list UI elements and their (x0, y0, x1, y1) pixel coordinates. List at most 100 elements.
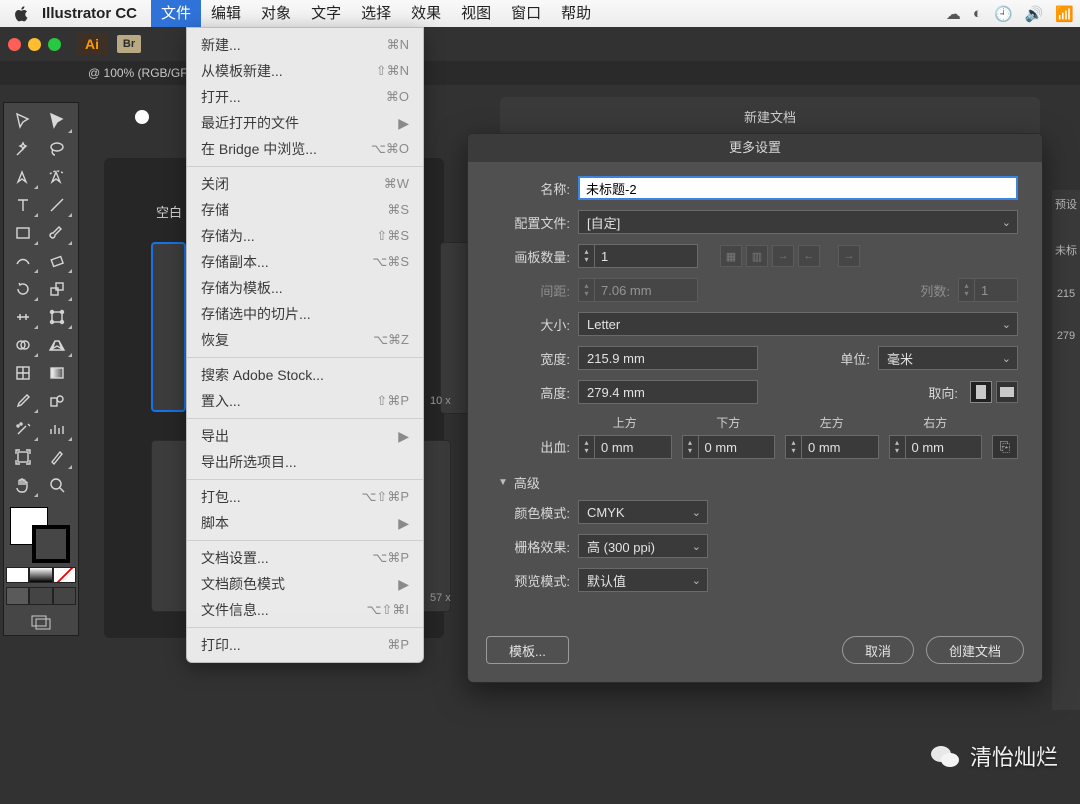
color-mode-select[interactable]: CMYK⌄ (578, 500, 708, 524)
magic-wand-tool[interactable] (6, 135, 40, 163)
rotate-tool[interactable] (6, 275, 40, 303)
bleed-left-input[interactable]: ▴▾0 mm (785, 435, 879, 459)
name-input[interactable] (578, 176, 1018, 200)
mesh-tool[interactable] (6, 359, 40, 387)
file-menu-item[interactable]: 置入...⇧⌘P (187, 388, 423, 414)
file-menu-item[interactable]: 关闭⌘W (187, 171, 423, 197)
window-minimize-button[interactable] (28, 38, 41, 51)
selection-tool[interactable] (6, 107, 40, 135)
stepper-arrows-icon[interactable]: ▴▾ (683, 436, 699, 458)
units-select[interactable]: 毫米⌄ (878, 346, 1018, 370)
gradient-tool[interactable] (40, 359, 74, 387)
size-select[interactable]: Letter⌄ (578, 312, 1018, 336)
file-menu-item[interactable]: 搜索 Adobe Stock... (187, 362, 423, 388)
volume-icon[interactable]: 🔊 (1019, 5, 1050, 23)
menu-window[interactable]: 窗口 (501, 0, 551, 27)
lasso-tool[interactable] (40, 135, 74, 163)
template-card-selected[interactable] (151, 242, 186, 412)
stepper-arrows-icon[interactable]: ▴▾ (890, 436, 906, 458)
file-menu-item[interactable]: 文件信息...⌥⇧⌘I (187, 597, 423, 623)
shape-builder-tool[interactable] (6, 331, 40, 359)
width-input[interactable]: 215.9 mm (578, 346, 758, 370)
file-menu-item[interactable]: 新建...⌘N (187, 32, 423, 58)
template-card[interactable] (440, 242, 470, 414)
create-document-button[interactable]: 创建文档 (926, 636, 1024, 664)
bleed-right-input[interactable]: ▴▾0 mm (889, 435, 983, 459)
pen-tool[interactable] (6, 163, 40, 191)
eraser-tool[interactable] (40, 247, 74, 275)
zoom-tool[interactable] (40, 471, 74, 499)
fill-stroke-swatch[interactable] (6, 505, 76, 563)
symbol-sprayer-tool[interactable] (6, 415, 40, 443)
file-menu-item[interactable]: 脚本▶ (187, 510, 423, 536)
document-tab[interactable]: @ 100% (RGB/GF (0, 61, 1080, 85)
file-menu-item[interactable]: 恢复⌥⌘Z (187, 327, 423, 353)
bridge-app-icon[interactable]: Br (117, 35, 141, 53)
menu-file[interactable]: 文件 (151, 0, 201, 27)
line-segment-tool[interactable] (40, 191, 74, 219)
file-menu-item[interactable]: 最近打开的文件▶ (187, 110, 423, 136)
eyedropper-tool[interactable] (6, 387, 40, 415)
draw-mode-toggles[interactable] (6, 587, 76, 605)
stepper-arrows-icon[interactable]: ▴▾ (579, 245, 595, 267)
curvature-tool[interactable] (40, 163, 74, 191)
stroke-color-swatch[interactable] (32, 525, 70, 563)
file-menu-item[interactable]: 打开...⌘O (187, 84, 423, 110)
wechat-status-icon[interactable]: ☁ (940, 5, 967, 23)
file-menu-item[interactable]: 从模板新建...⇧⌘N (187, 58, 423, 84)
menu-select[interactable]: 选择 (351, 0, 401, 27)
bleed-top-input[interactable]: ▴▾0 mm (578, 435, 672, 459)
window-maximize-button[interactable] (48, 38, 61, 51)
height-input[interactable]: 279.4 mm (578, 380, 758, 404)
menu-type[interactable]: 文字 (301, 0, 351, 27)
file-menu-item[interactable]: 存储选中的切片... (187, 301, 423, 327)
color-mode-solid[interactable] (6, 567, 29, 583)
preview-mode-select[interactable]: 默认值⌄ (578, 568, 708, 592)
cancel-button[interactable]: 取消 (842, 636, 914, 664)
column-graph-tool[interactable] (40, 415, 74, 443)
slice-tool[interactable] (40, 443, 74, 471)
menu-edit[interactable]: 编辑 (201, 0, 251, 27)
raster-effects-select[interactable]: 高 (300 ppi)⌄ (578, 534, 708, 558)
file-menu-item[interactable]: 存储⌘S (187, 197, 423, 223)
artboard-tool[interactable] (6, 443, 40, 471)
orientation-portrait-button[interactable] (970, 381, 992, 403)
link-bleed-icon[interactable]: ⎘ (992, 435, 1018, 459)
color-mode-gradient[interactable] (29, 567, 52, 583)
shaper-tool[interactable] (6, 247, 40, 275)
wifi-icon[interactable]: 📶 (1049, 5, 1080, 23)
creative-cloud-icon[interactable]: ◐ (967, 5, 988, 22)
bleed-bottom-input[interactable]: ▴▾0 mm (682, 435, 776, 459)
advanced-section-toggle[interactable]: ▼ 高级 (498, 473, 1018, 492)
rectangle-tool[interactable] (6, 219, 40, 247)
free-transform-tool[interactable] (40, 303, 74, 331)
scale-tool[interactable] (40, 275, 74, 303)
perspective-grid-tool[interactable] (40, 331, 74, 359)
file-menu-item[interactable]: 文档设置...⌥⌘P (187, 545, 423, 571)
stepper-arrows-icon[interactable]: ▴▾ (786, 436, 802, 458)
file-menu-item[interactable]: 在 Bridge 中浏览...⌥⌘O (187, 136, 423, 162)
profile-select[interactable]: [自定]⌄ (578, 210, 1018, 234)
stepper-arrows-icon[interactable]: ▴▾ (579, 436, 595, 458)
hand-tool[interactable] (6, 471, 40, 499)
file-menu-item[interactable]: 文档颜色模式▶ (187, 571, 423, 597)
clock-icon[interactable]: 🕘 (988, 5, 1019, 23)
file-menu-item[interactable]: 导出▶ (187, 423, 423, 449)
window-close-button[interactable] (8, 38, 21, 51)
artboards-stepper[interactable]: ▴▾1 (578, 244, 698, 268)
menu-effect[interactable]: 效果 (401, 0, 451, 27)
file-menu-item[interactable]: 导出所选项目... (187, 449, 423, 475)
direct-selection-tool[interactable] (40, 107, 74, 135)
screen-mode-tool[interactable] (6, 613, 76, 631)
templates-button[interactable]: 模板... (486, 636, 569, 664)
blend-tool[interactable] (40, 387, 74, 415)
file-menu-item[interactable]: 打包...⌥⇧⌘P (187, 484, 423, 510)
width-tool[interactable] (6, 303, 40, 331)
menu-help[interactable]: 帮助 (551, 0, 601, 27)
menu-object[interactable]: 对象 (251, 0, 301, 27)
file-menu-item[interactable]: 存储为...⇧⌘S (187, 223, 423, 249)
orientation-landscape-button[interactable] (996, 381, 1018, 403)
paintbrush-tool[interactable] (40, 219, 74, 247)
file-menu-item[interactable]: 存储为模板... (187, 275, 423, 301)
type-tool[interactable] (6, 191, 40, 219)
